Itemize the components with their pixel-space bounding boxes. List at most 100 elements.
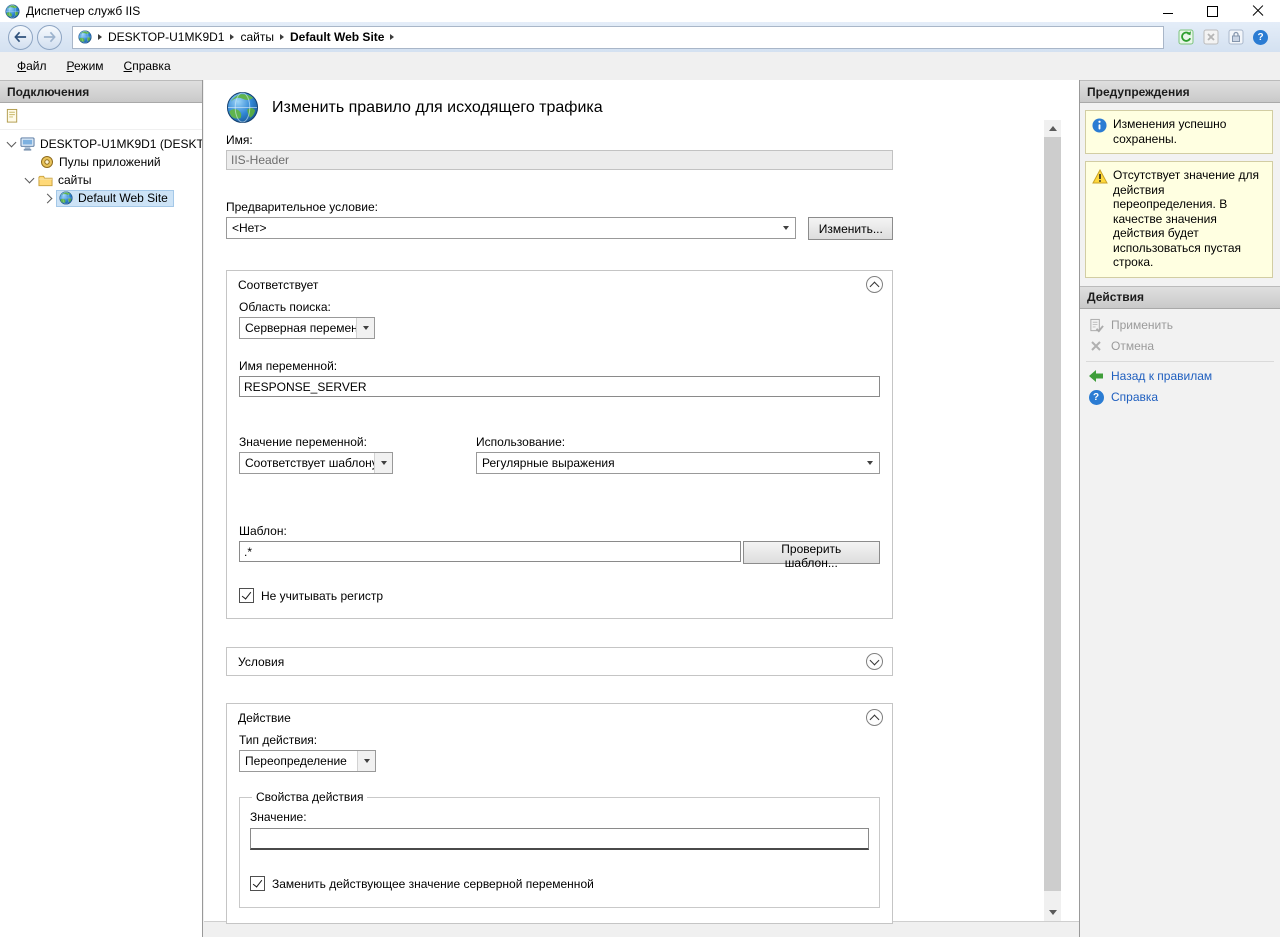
breadcrumb: DESKTOP-U1MK9D1 сайты Default Web Site	[72, 26, 1164, 49]
breadcrumb-sites[interactable]: сайты	[240, 30, 274, 44]
breadcrumb-separator-icon	[390, 34, 394, 40]
section-title: Соответствует	[238, 278, 318, 292]
triangle-up-icon	[1049, 126, 1057, 131]
replace-value-checkbox[interactable]: Заменить действующее значение серверной …	[250, 876, 869, 891]
connections-tree: DESKTOP-U1MK9D1 (DESKTOP Пулы приложений…	[0, 135, 202, 207]
action-type-value: Переопределение	[245, 754, 357, 768]
warning-alert: Отсутствует значение для действия переоп…	[1085, 161, 1273, 278]
cancel-action[interactable]: Отмена	[1080, 336, 1280, 357]
action-section-header[interactable]: Действие	[227, 704, 892, 731]
back-to-rules-action[interactable]: Назад к правилам	[1080, 366, 1280, 387]
tree-label: сайты	[58, 173, 92, 187]
collapse-icon[interactable]	[866, 709, 883, 726]
menu-file[interactable]: Файл	[8, 55, 56, 77]
edit-outbound-rule-form: Изменить правило для исходящего трафика …	[226, 89, 893, 924]
menu-view[interactable]: Режим	[58, 55, 113, 77]
chevron-down-icon	[374, 453, 392, 473]
checkbox-checked-icon	[239, 588, 254, 603]
refresh-icon[interactable]	[1176, 28, 1195, 47]
help-action[interactable]: ? Справка	[1080, 387, 1280, 408]
expand-icon[interactable]	[25, 174, 35, 184]
variable-name-input[interactable]	[239, 376, 880, 397]
scroll-down-button[interactable]	[1044, 904, 1061, 921]
ignore-case-checkbox[interactable]: Не учитывать регистр	[239, 588, 880, 603]
variable-name-label: Имя переменной:	[239, 359, 880, 373]
expand-icon[interactable]	[43, 193, 53, 203]
tree-label: DESKTOP-U1MK9D1 (DESKTOP	[40, 137, 202, 151]
titlebar: Диспетчер служб IIS	[0, 0, 1280, 22]
breadcrumb-default-web-site[interactable]: Default Web Site	[290, 30, 384, 44]
chevron-down-icon	[357, 751, 375, 771]
right-panel: Предупреждения Изменения успешно сохране…	[1079, 80, 1280, 937]
app-icon	[5, 4, 20, 19]
close-icon	[1252, 5, 1264, 17]
divider	[1086, 361, 1274, 362]
lock-icon[interactable]	[1226, 28, 1245, 47]
scrollbar-thumb[interactable]	[1044, 137, 1061, 891]
test-pattern-button[interactable]: Проверить шаблон...	[743, 541, 880, 564]
feature-page: Изменить правило для исходящего трафика …	[204, 80, 1079, 922]
expand-icon[interactable]	[866, 653, 883, 670]
alerts-header: Предупреждения	[1080, 80, 1280, 103]
cancel-label: Отмена	[1111, 339, 1154, 353]
breadcrumb-server[interactable]: DESKTOP-U1MK9D1	[108, 30, 224, 44]
folder-icon	[38, 174, 53, 187]
stop-icon[interactable]	[1201, 28, 1220, 47]
scope-value: Серверная переменн	[245, 321, 356, 335]
value-label: Значение:	[250, 810, 869, 824]
apply-label: Применить	[1111, 318, 1173, 332]
tree-item-default-web-site[interactable]: Default Web Site	[0, 189, 202, 207]
page-title: Изменить правило для исходящего трафика	[272, 99, 603, 117]
vertical-scrollbar[interactable]	[1044, 120, 1061, 921]
site-globe-icon	[59, 191, 73, 205]
connections-toolbar	[0, 103, 202, 130]
new-connection-icon[interactable]	[5, 108, 20, 124]
action-value-input[interactable]	[250, 828, 869, 850]
actions-header: Действия	[1080, 286, 1280, 309]
menu-help[interactable]: Справка	[115, 55, 180, 77]
close-button[interactable]	[1235, 0, 1280, 22]
help-icon[interactable]: ?	[1251, 28, 1270, 47]
minimize-icon	[1163, 13, 1173, 14]
precondition-dropdown[interactable]: <Нет>	[226, 217, 796, 239]
selected-tree-item[interactable]: Default Web Site	[56, 190, 174, 207]
action-type-label: Тип действия:	[239, 733, 880, 747]
apply-action[interactable]: Применить	[1080, 315, 1280, 336]
page-globe-icon	[226, 91, 259, 124]
expand-icon[interactable]	[7, 138, 17, 148]
conditions-section-header[interactable]: Условия	[227, 648, 892, 675]
chevron-down-icon	[783, 226, 789, 230]
forward-arrow-icon	[43, 31, 56, 43]
collapse-icon[interactable]	[866, 276, 883, 293]
apply-icon	[1087, 318, 1105, 333]
using-column: Использование: Регулярные выражения	[476, 435, 880, 474]
checkbox-checked-icon	[250, 876, 265, 891]
variable-value-value: Соответствует шаблону	[245, 456, 374, 470]
scope-dropdown[interactable]: Серверная переменн	[239, 317, 375, 339]
cancel-icon	[1087, 339, 1105, 353]
tree-label: Default Web Site	[78, 191, 168, 205]
window-title: Диспетчер служб IIS	[26, 4, 140, 18]
ignore-case-label: Не учитывать регистр	[261, 589, 383, 603]
site-globe-icon	[78, 30, 92, 44]
using-value: Регулярные выражения	[482, 456, 863, 470]
edit-precondition-button[interactable]: Изменить...	[808, 217, 893, 240]
using-dropdown[interactable]: Регулярные выражения	[476, 452, 880, 474]
tree-item-server[interactable]: DESKTOP-U1MK9D1 (DESKTOP	[0, 135, 202, 153]
scroll-up-button[interactable]	[1044, 120, 1061, 137]
info-alert: Изменения успешно сохранены.	[1085, 110, 1273, 154]
pattern-input[interactable]	[239, 541, 741, 562]
tree-item-app-pools[interactable]: Пулы приложений	[0, 153, 202, 171]
minimize-button[interactable]	[1145, 0, 1190, 22]
variable-value-dropdown[interactable]: Соответствует шаблону	[239, 452, 393, 474]
tree-item-sites[interactable]: сайты	[0, 171, 202, 189]
back-button[interactable]	[8, 25, 33, 50]
content-pane: Изменить правило для исходящего трафика …	[204, 80, 1079, 937]
match-section-header[interactable]: Соответствует	[227, 271, 892, 298]
action-type-dropdown[interactable]: Переопределение	[239, 750, 376, 772]
maximize-button[interactable]	[1190, 0, 1235, 22]
help-label: Справка	[1111, 390, 1158, 404]
connections-panel: Подключения DESKTOP-U1MK9D1 (DESKTOP Пул…	[0, 80, 203, 937]
forward-button[interactable]	[37, 25, 62, 50]
section-title: Условия	[238, 655, 284, 669]
